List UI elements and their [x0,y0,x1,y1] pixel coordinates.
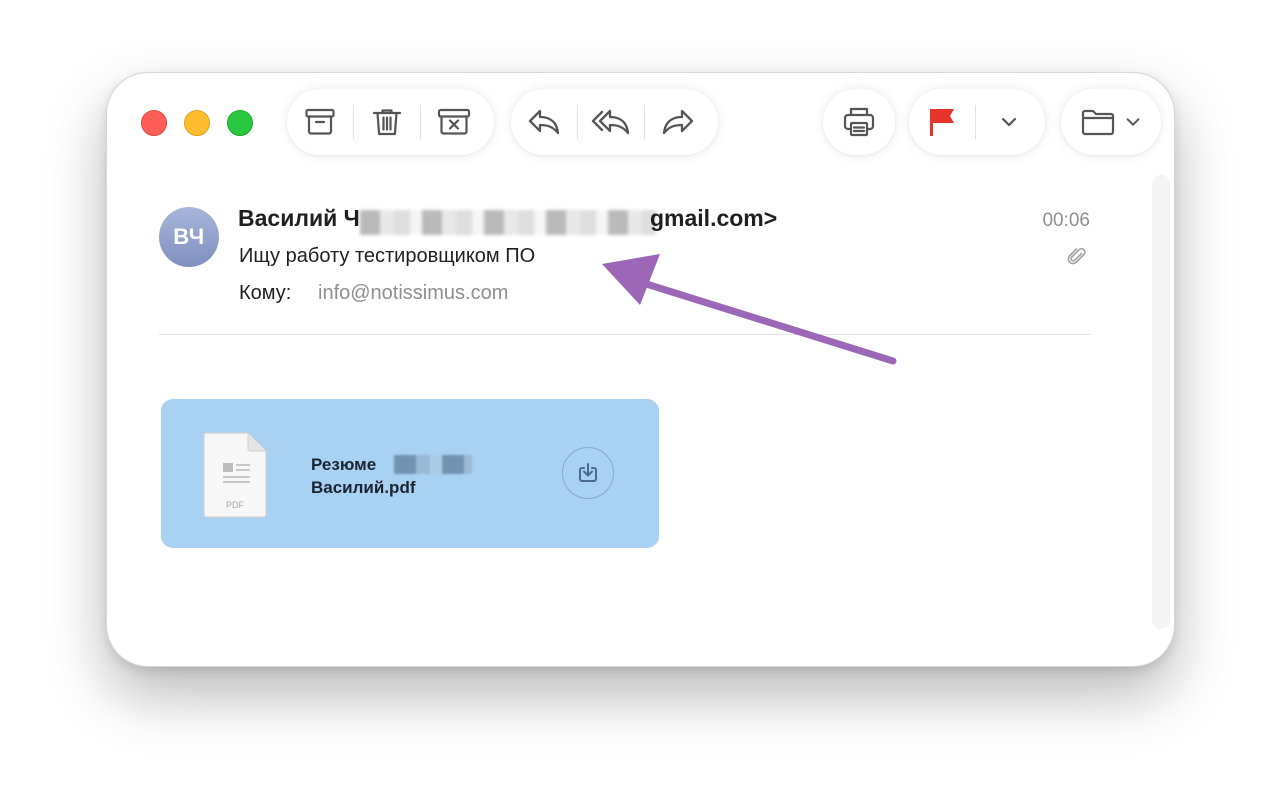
minimize-window-button[interactable] [184,110,210,136]
message-subject: Ищу работу тестировщиком ПО [239,245,536,267]
reply-all-icon [591,109,630,135]
print-icon [843,107,875,137]
attachment-filename-line2: Василий.pdf [311,478,416,497]
pdf-label: PDF [226,500,245,510]
flag-button[interactable] [909,89,975,155]
message-time: 00:06 [1042,210,1090,231]
delete-button[interactable] [354,89,420,155]
folder-icon [1081,109,1115,136]
forward-button[interactable] [645,89,711,155]
recipient-address[interactable]: info@notissimus.com [318,282,508,305]
header-divider [159,334,1091,335]
toolbar-group-move [1061,89,1161,155]
flag-menu-button[interactable] [976,89,1042,155]
toolbar-group-print [823,89,895,155]
toolbar-group-manage [287,89,494,155]
sender-email[interactable]: gmail.com> [650,205,777,232]
download-attachment-button[interactable] [562,447,614,499]
archive-button[interactable] [287,89,353,155]
move-to-folder-button[interactable] [1080,106,1142,138]
window-controls [141,110,253,136]
forward-icon [662,109,694,135]
redacted-filename-blur [394,455,472,474]
chevron-down-icon [1001,117,1017,127]
reply-button[interactable] [511,89,577,155]
zoom-window-button[interactable] [227,110,253,136]
pdf-file-icon: PDF [203,431,269,524]
flag-icon [930,109,954,136]
print-button[interactable] [826,89,892,155]
reply-all-button[interactable] [578,89,644,155]
paperclip-icon [1067,247,1086,265]
reply-icon [528,109,560,135]
attachment-card[interactable]: PDF Резюме Василий.pdf [161,399,659,548]
toolbar-group-flag [909,89,1045,155]
archive-icon [305,108,335,135]
mail-message-window: ВЧ Василий Ч gmail.com> 00:06 Ищу работу… [106,72,1175,667]
redacted-email-blur [360,210,656,235]
sender-name[interactable]: Василий Ч [238,205,360,232]
attachment-indicator [1066,245,1088,272]
chevron-down-icon [1126,118,1140,126]
toolbar-group-reply [511,89,718,155]
junk-icon [437,108,471,135]
vertical-scrollbar[interactable] [1152,175,1170,629]
download-icon [579,463,597,482]
sender-avatar: ВЧ [159,207,219,267]
trash-icon [372,109,402,136]
recipient-label: Кому: [239,282,292,304]
junk-button[interactable] [421,89,487,155]
close-window-button[interactable] [141,110,167,136]
